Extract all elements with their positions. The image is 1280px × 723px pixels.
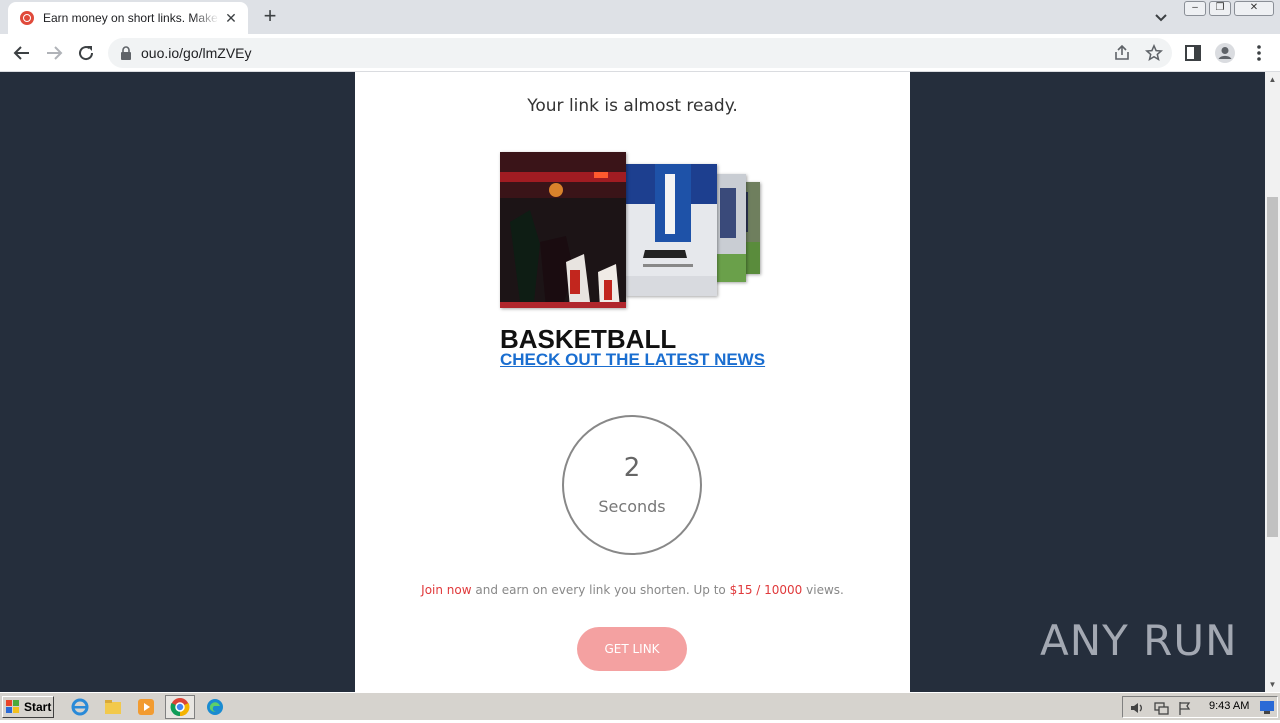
clock: 9:43 AM — [1209, 700, 1250, 712]
chrome-icon — [170, 698, 190, 717]
ad-image-stack[interactable] — [500, 152, 762, 312]
volume-icon[interactable] — [1129, 700, 1145, 716]
reload-icon — [79, 46, 94, 61]
forward-button[interactable] — [41, 40, 67, 66]
scroll-up-arrow-icon[interactable]: ▲ — [1265, 72, 1280, 87]
url-text: ouo.io/go/lmZVEy — [141, 45, 252, 61]
edge-icon[interactable] — [205, 697, 225, 717]
bookmark-star-icon[interactable] — [1145, 44, 1163, 62]
close-window-button[interactable]: ✕ — [1234, 1, 1274, 16]
promo-middle: and earn on every link you shorten. Up t… — [471, 583, 730, 597]
scroll-down-arrow-icon[interactable]: ▼ — [1265, 677, 1280, 692]
new-tab-button[interactable]: + — [258, 5, 282, 29]
media-player-icon[interactable] — [136, 697, 156, 717]
ad-image-hockey-2 — [712, 174, 746, 282]
show-desktop-icon[interactable] — [1260, 701, 1274, 714]
site-favicon-icon — [20, 11, 34, 25]
start-label: Start — [24, 700, 52, 714]
file-explorer-icon[interactable] — [103, 697, 123, 717]
windows-logo-icon — [6, 700, 19, 713]
menu-dots-icon[interactable] — [1248, 42, 1270, 64]
arrow-right-icon — [47, 46, 63, 60]
share-icon[interactable] — [1113, 44, 1131, 62]
watermark-logo: ANY RUN — [1040, 606, 1238, 674]
vertical-scrollbar[interactable]: ▲ ▼ — [1265, 72, 1280, 692]
arrow-left-icon — [13, 46, 29, 60]
taskbar-chrome-active[interactable] — [165, 695, 195, 719]
join-now-link[interactable]: Join now — [421, 583, 471, 597]
minimize-button[interactable]: ‒ — [1184, 1, 1206, 16]
restore-button[interactable]: ❐ — [1209, 1, 1231, 16]
profile-avatar-icon[interactable] — [1214, 42, 1236, 64]
countdown-timer: 2 Seconds — [562, 415, 702, 555]
tab-close-button[interactable]: ✕ — [222, 9, 240, 27]
browser-toolbar: ouo.io/go/lmZVEy — [0, 34, 1280, 72]
tab-title: Earn money on short links. Make short li… — [43, 11, 219, 25]
tab-search-button[interactable] — [1150, 6, 1172, 28]
chevron-down-icon — [1155, 14, 1167, 22]
page-headline: Your link is almost ready. — [527, 96, 738, 116]
lock-icon — [121, 46, 131, 60]
countdown-unit: Seconds — [598, 497, 666, 516]
ad-image-basketball — [500, 152, 626, 308]
ad-news-link[interactable]: CHECK OUT THE LATEST NEWS — [500, 350, 765, 370]
promo-text: Join now and earn on every link you shor… — [355, 583, 910, 597]
internet-explorer-icon[interactable] — [70, 697, 90, 717]
side-panel-icon[interactable] — [1182, 42, 1204, 64]
network-icon[interactable] — [1153, 700, 1169, 716]
ad-image-hockey — [625, 164, 717, 296]
back-button[interactable] — [9, 40, 35, 66]
taskbar: Start 9:43 AM — [0, 692, 1280, 720]
system-tray: 9:43 AM — [1122, 696, 1278, 718]
tab-active[interactable]: Earn money on short links. Make short li… — [8, 2, 248, 34]
promo-end: views. — [802, 583, 844, 597]
tab-strip: Earn money on short links. Make short li… — [0, 0, 1280, 34]
address-bar[interactable]: ouo.io/go/lmZVEy — [108, 38, 1172, 68]
promo-rate: $15 / 10000 — [729, 583, 803, 597]
reload-button[interactable] — [73, 40, 99, 66]
start-button[interactable]: Start — [2, 696, 54, 718]
scroll-thumb[interactable] — [1267, 197, 1278, 537]
get-link-button[interactable]: GET LINK — [577, 627, 687, 671]
page-background: Your link is almost ready. BASKETBALL CH… — [0, 72, 1265, 692]
content-card: Your link is almost ready. BASKETBALL CH… — [355, 72, 910, 692]
countdown-value: 2 — [623, 453, 641, 483]
action-center-flag-icon[interactable] — [1177, 700, 1193, 716]
watermark-text: ANY RUN — [1040, 615, 1238, 665]
